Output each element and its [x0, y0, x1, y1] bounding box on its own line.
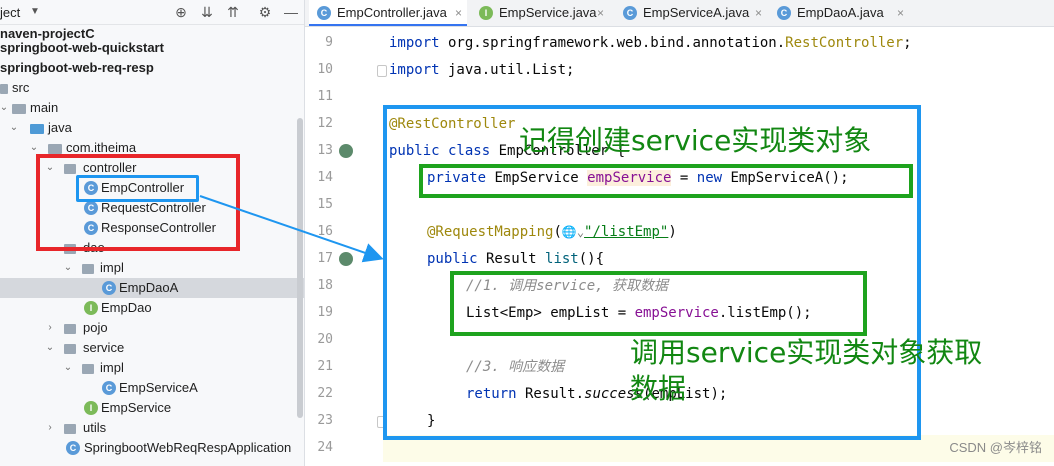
- callout-create-impl: 记得创建service实现类对象: [519, 124, 872, 157]
- watermark: CSDN @岑梓铭: [949, 440, 1042, 455]
- callout-call-impl-line1: 调用service实现类对象获取: [630, 336, 983, 369]
- pointer-arrow: [199, 195, 384, 263]
- callout-call-impl-line2: 数据: [630, 372, 687, 405]
- arrow-overlay: [199, 195, 384, 263]
